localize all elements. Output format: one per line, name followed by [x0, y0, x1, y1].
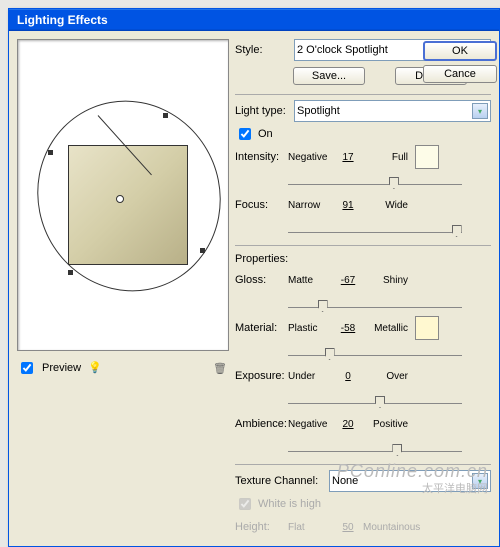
cancel-button[interactable]: Cance	[423, 65, 497, 83]
preview-canvas[interactable]	[17, 39, 229, 351]
texture-label: Texture Channel:	[235, 475, 325, 487]
color-swatch[interactable]	[415, 145, 439, 169]
save-button[interactable]: Save...	[293, 67, 365, 85]
exposure-slider[interactable]: Exposure: Under 0 Over	[235, 365, 491, 387]
focus-slider[interactable]: Focus: Narrow 91 Wide	[235, 194, 491, 216]
titlebar[interactable]: Lighting Effects	[9, 9, 499, 31]
chevron-down-icon: ▾	[472, 103, 488, 119]
chevron-down-icon: ▾	[472, 473, 488, 489]
gloss-slider[interactable]: Gloss: Matte -67 Shiny	[235, 269, 491, 291]
on-checkbox[interactable]	[239, 128, 251, 140]
ok-button[interactable]: OK	[423, 41, 497, 61]
lighting-effects-dialog: Lighting Effects Preview 💡 🗑 St	[8, 8, 500, 547]
preview-label: Preview	[42, 362, 81, 374]
on-label: On	[258, 128, 273, 140]
intensity-slider[interactable]: Intensity: Negative 17 Full	[235, 146, 491, 168]
style-label: Style:	[235, 44, 290, 56]
texture-select[interactable]: None▾	[329, 470, 491, 492]
properties-label: Properties:	[235, 253, 491, 265]
color-swatch[interactable]	[415, 316, 439, 340]
preview-checkbox[interactable]	[21, 362, 33, 374]
trash-icon[interactable]: 🗑	[213, 362, 227, 375]
ambience-slider[interactable]: Ambience: Negative 20 Positive	[235, 413, 491, 435]
light-type-label: Light type:	[235, 105, 290, 117]
material-slider[interactable]: Material: Plastic -58 Metallic	[235, 317, 491, 339]
lightbulb-icon[interactable]: 💡	[87, 360, 103, 376]
light-type-select[interactable]: Spotlight▾	[294, 100, 491, 122]
height-slider: Height: Flat 50 Mountainous	[235, 516, 491, 538]
